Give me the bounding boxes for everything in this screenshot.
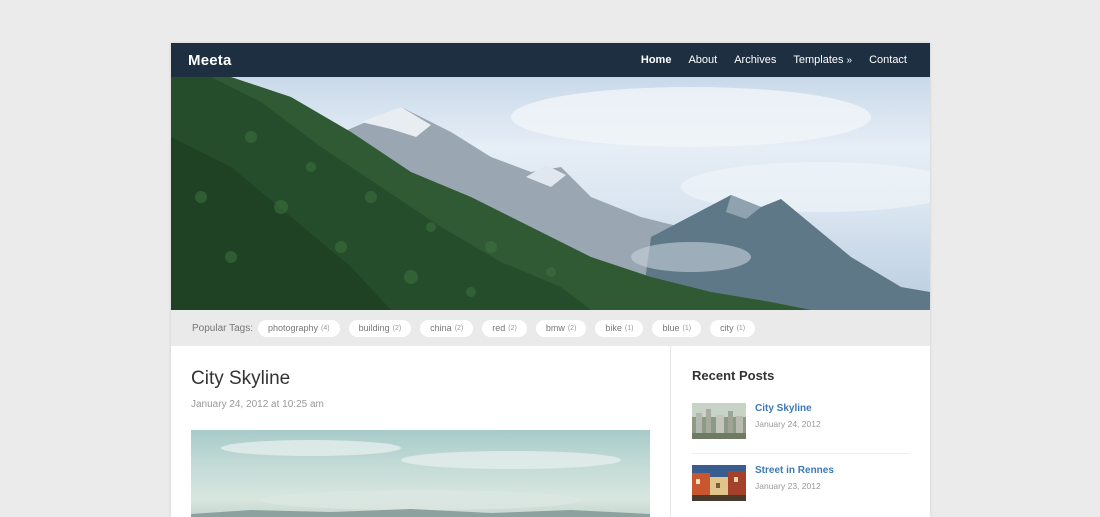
tag-china[interactable]: china (2) xyxy=(420,319,474,337)
nav-item-contact[interactable]: Contact xyxy=(869,54,907,66)
post-date: January 24, 2012 at 10:25 am xyxy=(191,399,324,410)
recent-post-item[interactable]: Street in Rennes January 23, 2012 xyxy=(692,465,909,515)
nav-item-home[interactable]: Home xyxy=(641,54,672,66)
top-navigation-bar: Meeta Home About Archives Templates » Co… xyxy=(171,43,930,77)
main-nav: Home About Archives Templates » Contact xyxy=(624,54,907,66)
tag-name: bmw xyxy=(545,323,565,333)
tag-name: city xyxy=(720,323,734,333)
recent-post-text: City Skyline January 24, 2012 xyxy=(755,403,821,429)
tag-building[interactable]: building (2) xyxy=(348,319,412,337)
tag-name: bike xyxy=(605,323,622,333)
post-title[interactable]: City Skyline xyxy=(191,368,670,390)
city-skyline-thumbnail[interactable] xyxy=(692,403,746,439)
main-column: City Skyline January 24, 2012 at 10:25 a… xyxy=(171,346,671,517)
street-thumbnail[interactable] xyxy=(692,465,746,501)
tag-bmw[interactable]: bmw (2) xyxy=(535,319,587,337)
hero-image xyxy=(171,77,930,310)
recent-post-title[interactable]: City Skyline xyxy=(755,403,821,414)
tag-count: (4) xyxy=(321,324,330,332)
recent-post-date: January 24, 2012 xyxy=(755,419,821,429)
recent-post-item[interactable]: City Skyline January 24, 2012 xyxy=(692,403,909,454)
tag-count: (2) xyxy=(392,324,402,332)
recent-post-date: January 23, 2012 xyxy=(755,481,821,491)
tag-blue[interactable]: blue (1) xyxy=(652,319,702,337)
tag-city[interactable]: city (1) xyxy=(710,319,756,337)
sidebar: Recent Posts City Skyline January 24, 20… xyxy=(671,346,930,517)
recent-posts-heading: Recent Posts xyxy=(692,368,775,383)
tag-name: red xyxy=(492,323,506,333)
city-skyline-image xyxy=(191,440,650,517)
tag-name: building xyxy=(358,323,390,333)
popular-tags-label: Popular Tags: xyxy=(192,322,253,334)
tag-count: (1) xyxy=(736,324,746,332)
tag-count: (1) xyxy=(624,324,634,332)
tag-photography[interactable]: photography (4) xyxy=(257,319,340,337)
tag-name: photography xyxy=(267,323,319,333)
page-container: Meeta Home About Archives Templates » Co… xyxy=(171,43,930,517)
nav-item-archives[interactable]: Archives xyxy=(734,54,776,66)
tag-count: (2) xyxy=(508,324,517,332)
nav-item-about[interactable]: About xyxy=(688,54,717,66)
nav-item-templates-label: Templates xyxy=(793,54,844,66)
tag-name: china xyxy=(430,323,452,333)
recent-post-text: Street in Rennes January 23, 2012 xyxy=(755,465,834,491)
site-logo[interactable]: Meeta xyxy=(188,52,232,69)
mountain-landscape-image xyxy=(171,77,930,310)
chevron-right-icon: » xyxy=(846,54,853,66)
content-area: City Skyline January 24, 2012 at 10:25 a… xyxy=(171,346,930,517)
post-featured-image[interactable] xyxy=(191,430,650,517)
tag-bike[interactable]: bike (1) xyxy=(595,319,644,337)
tag-red[interactable]: red (2) xyxy=(482,319,527,337)
tag-count: (2) xyxy=(567,324,577,332)
recent-post-title[interactable]: Street in Rennes xyxy=(755,465,834,476)
nav-item-templates[interactable]: Templates » xyxy=(793,54,852,66)
popular-tags-bar: Popular Tags: photography (4) building (2)… xyxy=(171,310,930,346)
tag-count: (2) xyxy=(454,324,464,332)
tag-name: blue xyxy=(662,323,680,333)
tag-count: (1) xyxy=(682,324,692,332)
